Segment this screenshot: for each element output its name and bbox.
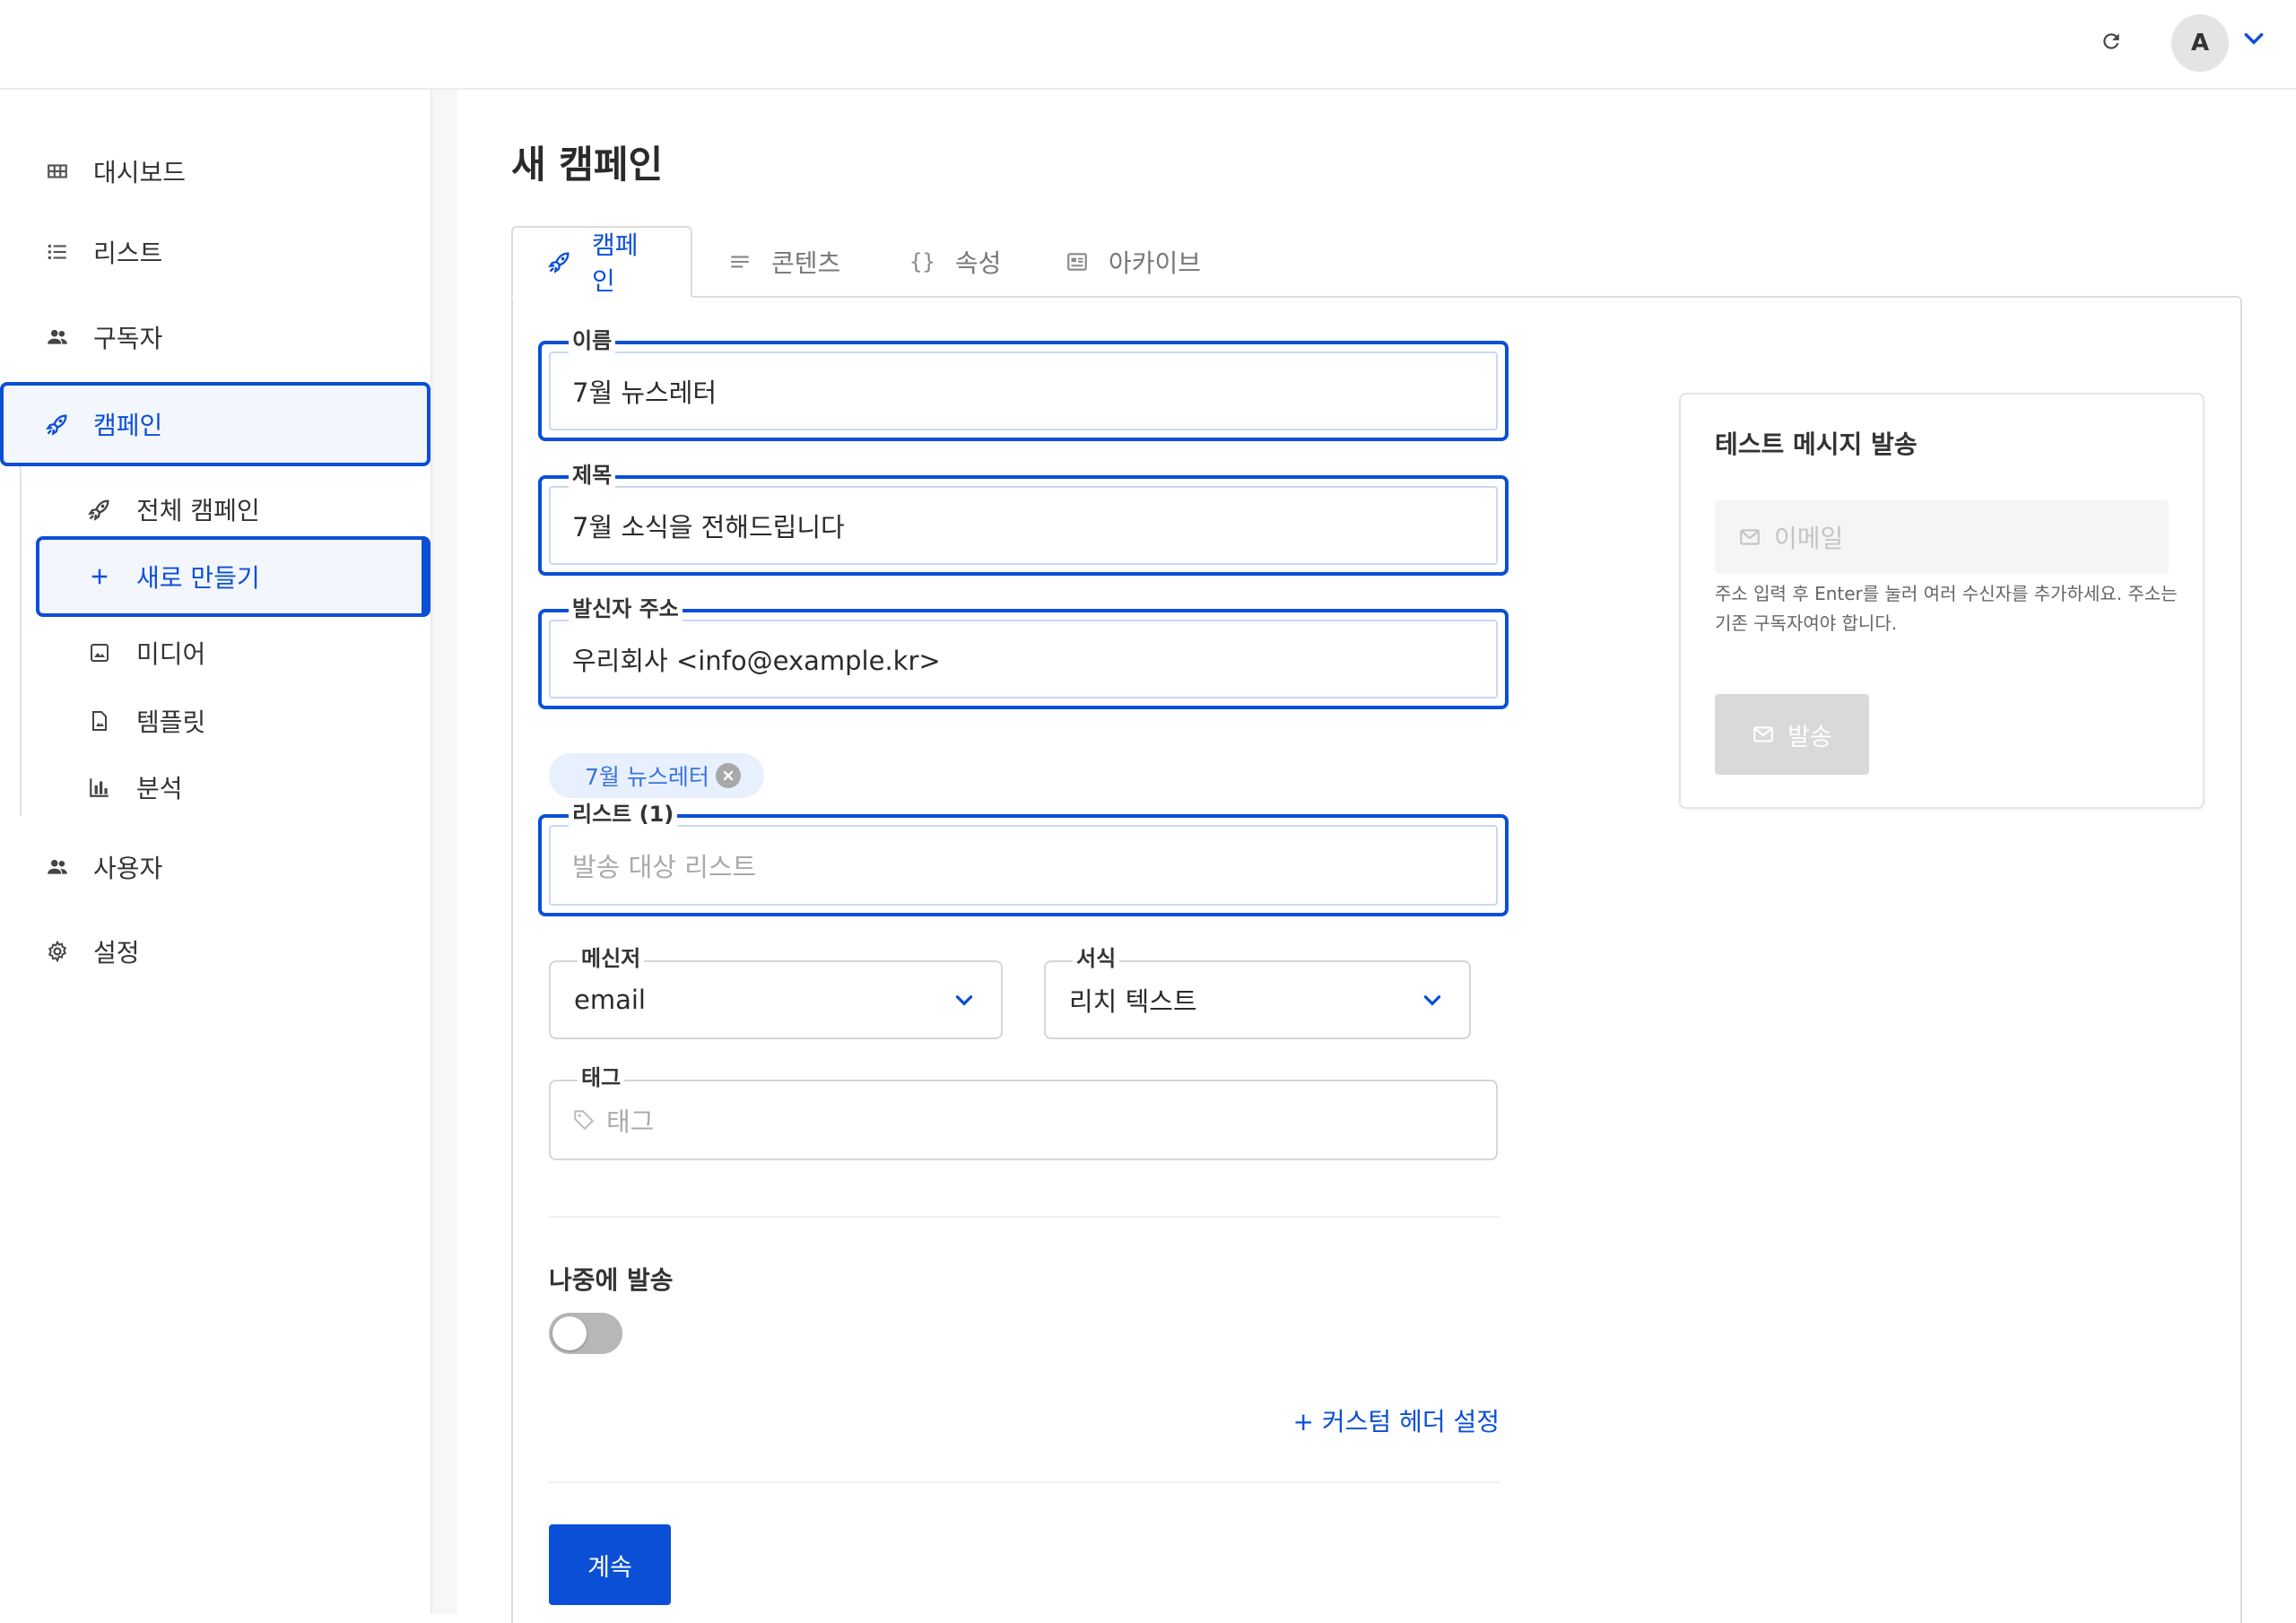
submenu-rail bbox=[20, 466, 22, 816]
users-icon bbox=[43, 853, 72, 881]
sidebar-item-label: 대시보드 bbox=[93, 158, 187, 187]
content-gutter bbox=[432, 90, 457, 1614]
list-icon bbox=[43, 238, 72, 266]
plus-icon bbox=[86, 563, 113, 590]
lists-field[interactable]: 리스트 (1) 발송 대상 리스트 bbox=[538, 802, 1509, 916]
custom-headers-link[interactable]: + 커스텀 헤더 설정 bbox=[1288, 1401, 1500, 1440]
sidebar-item-dashboard[interactable]: 대시보드 bbox=[0, 133, 430, 210]
mail-icon bbox=[1752, 723, 1775, 746]
tags-input[interactable]: 태그 bbox=[572, 1081, 654, 1159]
toggle-knob bbox=[552, 1316, 587, 1350]
sidebar-item-label: 사용자 bbox=[93, 854, 163, 883]
sidebar: 대시보드 리스트 구독자 캠페인 전체 캠페인 새로 만들기 미디어 템플릿 분… bbox=[0, 90, 432, 1614]
sidebar-item-label: 리스트 bbox=[93, 239, 163, 268]
test-message-card: 테스트 메시지 발송 이메일 주소 입력 후 Enter를 눌러 여러 수신자를… bbox=[1679, 393, 2205, 809]
sidebar-item-subscribers[interactable]: 구독자 bbox=[0, 299, 430, 376]
lines-icon bbox=[728, 250, 752, 273]
users-icon bbox=[43, 323, 72, 352]
subject-value[interactable]: 7월 소식을 전해드립니다 bbox=[572, 479, 845, 572]
format-select[interactable]: 서식 리치 텍스트 bbox=[1044, 946, 1471, 1039]
sidebar-item-campaigns[interactable]: 캠페인 bbox=[0, 382, 430, 466]
rocket-icon bbox=[547, 249, 572, 274]
chevron-down-icon[interactable] bbox=[2240, 25, 2267, 52]
lists-placeholder[interactable]: 발송 대상 리스트 bbox=[572, 818, 756, 913]
campaign-tabs: 캠페인 콘텐츠 {} 속성 아카이브 bbox=[511, 226, 2242, 298]
tab-label: 캠페인 bbox=[592, 230, 639, 296]
messenger-select[interactable]: 메신저 email bbox=[549, 946, 1003, 1039]
sidebar-item-users[interactable]: 사용자 bbox=[0, 829, 430, 906]
test-send-button[interactable]: 발송 bbox=[1715, 694, 1869, 775]
dashboard-icon bbox=[43, 157, 72, 186]
list-chip: 7월 뉴스레터 bbox=[549, 753, 764, 798]
sidebar-item-label: 구독자 bbox=[93, 324, 163, 353]
tags-field[interactable]: 태그 태그 bbox=[549, 1065, 1498, 1160]
continue-button[interactable]: 계속 bbox=[549, 1524, 671, 1605]
name-value[interactable]: 7월 뉴스레터 bbox=[572, 344, 717, 438]
test-email-placeholder: 이메일 bbox=[1774, 524, 1844, 553]
from-address-value[interactable]: 우리회사 <info@example.kr> bbox=[572, 612, 941, 706]
sidebar-subitem-label: 분석 bbox=[136, 774, 183, 803]
sidebar-item-settings[interactable]: 설정 bbox=[0, 913, 430, 990]
sidebar-subitem-create-new[interactable]: 새로 만들기 bbox=[36, 536, 430, 617]
test-send-label: 발송 bbox=[1787, 723, 1832, 751]
tab-content[interactable]: 콘텐츠 bbox=[728, 226, 840, 298]
sidebar-item-label: 캠페인 bbox=[93, 411, 163, 440]
messenger-value: email bbox=[574, 985, 646, 1015]
tab-label: 아카이브 bbox=[1109, 248, 1202, 278]
rocket-icon bbox=[43, 410, 72, 438]
sidebar-subitem-all-campaigns[interactable]: 전체 캠페인 bbox=[36, 477, 430, 542]
sidebar-item-label: 설정 bbox=[93, 938, 140, 968]
close-icon[interactable] bbox=[716, 763, 741, 788]
tags-placeholder: 태그 bbox=[606, 1107, 655, 1137]
list-chip-label: 7월 뉴스레터 bbox=[585, 764, 709, 790]
test-email-input[interactable]: 이메일 bbox=[1715, 500, 2169, 574]
tab-label: 속성 bbox=[954, 248, 1002, 278]
avatar[interactable]: A bbox=[2171, 14, 2229, 72]
chevron-down-icon[interactable] bbox=[1421, 962, 1444, 1037]
from-address-field[interactable]: 발신자 주소 우리회사 <info@example.kr> bbox=[538, 596, 1509, 709]
tag-icon bbox=[572, 1108, 596, 1132]
sidebar-subitem-label: 전체 캠페인 bbox=[136, 496, 260, 525]
tab-archive[interactable]: 아카이브 bbox=[1065, 226, 1201, 298]
braces-icon: {} bbox=[909, 249, 935, 274]
bar-chart-icon bbox=[86, 774, 113, 801]
send-later-label: 나중에 발송 bbox=[549, 1265, 674, 1295]
sidebar-subitem-label: 새로 만들기 bbox=[136, 563, 260, 593]
subject-field[interactable]: 제목 7월 소식을 전해드립니다 bbox=[538, 463, 1509, 576]
sidebar-subitem-templates[interactable]: 템플릿 bbox=[36, 689, 430, 753]
format-value: 리치 텍스트 bbox=[1069, 986, 1197, 1017]
file-image-icon bbox=[86, 707, 113, 734]
sidebar-subitem-label: 미디어 bbox=[136, 639, 206, 669]
tab-label: 콘텐츠 bbox=[771, 248, 841, 278]
archive-icon bbox=[1065, 250, 1089, 273]
test-message-title: 테스트 메시지 발송 bbox=[1715, 430, 1918, 459]
send-later-toggle[interactable] bbox=[549, 1313, 622, 1354]
divider bbox=[549, 1481, 1500, 1483]
refresh-icon[interactable] bbox=[2095, 25, 2127, 57]
gear-icon bbox=[43, 937, 72, 966]
divider bbox=[549, 1216, 1500, 1218]
name-field[interactable]: 이름 7월 뉴스레터 bbox=[538, 328, 1509, 441]
sidebar-item-lists[interactable]: 리스트 bbox=[0, 213, 430, 291]
mail-icon bbox=[1738, 525, 1761, 549]
test-message-help: 주소 입력 후 Enter를 눌러 여러 수신자를 추가하세요. 주소는 기존 … bbox=[1715, 583, 2178, 634]
sidebar-subitem-label: 템플릿 bbox=[136, 707, 206, 737]
chevron-down-icon[interactable] bbox=[952, 962, 976, 1037]
rocket-icon bbox=[86, 496, 113, 523]
tab-campaign[interactable]: 캠페인 bbox=[511, 226, 692, 298]
sidebar-subitem-media[interactable]: 미디어 bbox=[36, 621, 430, 685]
top-bar: A bbox=[0, 0, 2296, 90]
image-icon bbox=[86, 639, 113, 666]
page-title: 새 캠페인 bbox=[511, 143, 664, 187]
sidebar-subitem-analytics[interactable]: 분석 bbox=[36, 755, 430, 820]
tab-properties[interactable]: {} 속성 bbox=[909, 226, 1001, 298]
